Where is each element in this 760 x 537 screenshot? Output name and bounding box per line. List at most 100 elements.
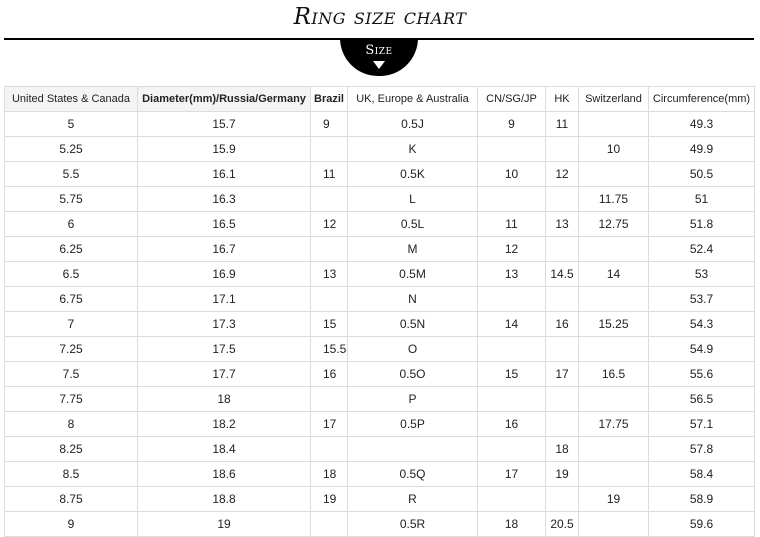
cell-circumference: 58.4 (648, 461, 755, 487)
cell-cn-sg-jp: 18 (477, 511, 546, 537)
cell-brazil: 17 (310, 411, 348, 437)
cell-uk-europe-australia: 0.5N (347, 311, 478, 337)
cell-hk (545, 186, 579, 212)
table-row: 6.25 16.7 M 12 52.4 (4, 236, 755, 262)
cell-switzerland: 12.75 (578, 211, 649, 237)
cell-brazil (310, 386, 348, 412)
cell-hk: 13 (545, 211, 579, 237)
cell-uk-europe-australia: 0.5Q (347, 461, 478, 487)
cell-switzerland: 10 (578, 136, 649, 162)
table-row: 7.25 17.5 15.5 O 54.9 (4, 336, 755, 362)
cell-hk: 11 (545, 111, 579, 137)
cell-brazil (310, 511, 348, 537)
cell-diameter: 17.1 (137, 286, 311, 312)
cell-diameter: 16.5 (137, 211, 311, 237)
cell-us-canada: 6 (4, 211, 138, 237)
cell-cn-sg-jp (477, 186, 546, 212)
cell-cn-sg-jp: 9 (477, 111, 546, 137)
cell-uk-europe-australia: 0.5M (347, 261, 478, 287)
cell-switzerland (578, 111, 649, 137)
cell-cn-sg-jp (477, 136, 546, 162)
cell-circumference: 53 (648, 261, 755, 287)
cell-diameter: 18.8 (137, 486, 311, 512)
cell-uk-europe-australia: R (347, 486, 478, 512)
table-row: 7.75 18 P 56.5 (4, 386, 755, 412)
cell-us-canada: 8 (4, 411, 138, 437)
cell-switzerland (578, 336, 649, 362)
cell-hk: 18 (545, 436, 579, 462)
cell-switzerland: 17.75 (578, 411, 649, 437)
cell-uk-europe-australia: 0.5L (347, 211, 478, 237)
cell-hk (545, 136, 579, 162)
cell-cn-sg-jp: 16 (477, 411, 546, 437)
cell-circumference: 51 (648, 186, 755, 212)
cell-brazil: 13 (310, 261, 348, 287)
cell-switzerland (578, 461, 649, 487)
cell-cn-sg-jp (477, 286, 546, 312)
table-row: 5.5 16.1 11 0.5K 10 12 50.5 (4, 161, 755, 187)
cell-circumference: 54.9 (648, 336, 755, 362)
cell-switzerland: 11.75 (578, 186, 649, 212)
cell-uk-europe-australia: O (347, 336, 478, 362)
cell-circumference: 52.4 (648, 236, 755, 262)
cell-uk-europe-australia: M (347, 236, 478, 262)
cell-hk (545, 286, 579, 312)
cell-switzerland (578, 386, 649, 412)
cell-brazil: 16 (310, 361, 348, 387)
cell-brazil: 15.5 (310, 336, 348, 362)
cell-us-canada: 7.25 (4, 336, 138, 362)
cell-us-canada: 5.75 (4, 186, 138, 212)
cell-us-canada: 7.5 (4, 361, 138, 387)
table-body: 5 15.7 9 0.5J 9 11 49.3 5.25 15.9 K 10 49.9 5.5 16.1 1… (4, 111, 755, 537)
cell-cn-sg-jp (477, 486, 546, 512)
column-header-brazil: Brazil (310, 86, 348, 112)
cell-uk-europe-australia: 0.5K (347, 161, 478, 187)
cell-hk: 16 (545, 311, 579, 337)
cell-hk: 17 (545, 361, 579, 387)
cell-circumference: 58.9 (648, 486, 755, 512)
cell-switzerland: 16.5 (578, 361, 649, 387)
cell-circumference: 50.5 (648, 161, 755, 187)
cell-cn-sg-jp: 15 (477, 361, 546, 387)
cell-us-canada: 8.5 (4, 461, 138, 487)
cell-cn-sg-jp: 13 (477, 261, 546, 287)
table-row: 6.75 17.1 N 53.7 (4, 286, 755, 312)
cell-hk: 12 (545, 161, 579, 187)
cell-cn-sg-jp: 11 (477, 211, 546, 237)
cell-us-canada: 8.25 (4, 436, 138, 462)
cell-brazil: 11 (310, 161, 348, 187)
cell-uk-europe-australia: K (347, 136, 478, 162)
cell-switzerland (578, 161, 649, 187)
cell-switzerland (578, 436, 649, 462)
cell-diameter: 15.9 (137, 136, 311, 162)
cell-circumference: 49.3 (648, 111, 755, 137)
cell-us-canada: 7.75 (4, 386, 138, 412)
cell-us-canada: 5.25 (4, 136, 138, 162)
table-header-row: United States & Canada Diameter(mm)/Russ… (4, 86, 755, 112)
cell-cn-sg-jp (477, 436, 546, 462)
cell-uk-europe-australia: L (347, 186, 478, 212)
cell-circumference: 57.8 (648, 436, 755, 462)
cell-switzerland: 19 (578, 486, 649, 512)
table-row: 7.5 17.7 16 0.5O 15 17 16.5 55.6 (4, 361, 755, 387)
column-header-us-canada: United States & Canada (4, 86, 138, 112)
table-row: 8.75 18.8 19 R 19 58.9 (4, 486, 755, 512)
table-row: 6 16.5 12 0.5L 11 13 12.75 51.8 (4, 211, 755, 237)
cell-uk-europe-australia: 0.5J (347, 111, 478, 137)
cell-cn-sg-jp: 17 (477, 461, 546, 487)
cell-diameter: 19 (137, 511, 311, 537)
cell-switzerland (578, 286, 649, 312)
cell-hk (545, 486, 579, 512)
ring-size-table: United States & Canada Diameter(mm)/Russ… (4, 86, 755, 537)
table-row: 8.5 18.6 18 0.5Q 17 19 58.4 (4, 461, 755, 487)
cell-brazil (310, 136, 348, 162)
cell-diameter: 16.9 (137, 261, 311, 287)
chart-header: Ring size chart Size (0, 0, 760, 82)
cell-us-canada: 6.5 (4, 261, 138, 287)
down-triangle-icon (373, 61, 385, 69)
cell-circumference: 59.6 (648, 511, 755, 537)
cell-circumference: 57.1 (648, 411, 755, 437)
cell-us-canada: 5.5 (4, 161, 138, 187)
cell-us-canada: 5 (4, 111, 138, 137)
cell-diameter: 18.4 (137, 436, 311, 462)
